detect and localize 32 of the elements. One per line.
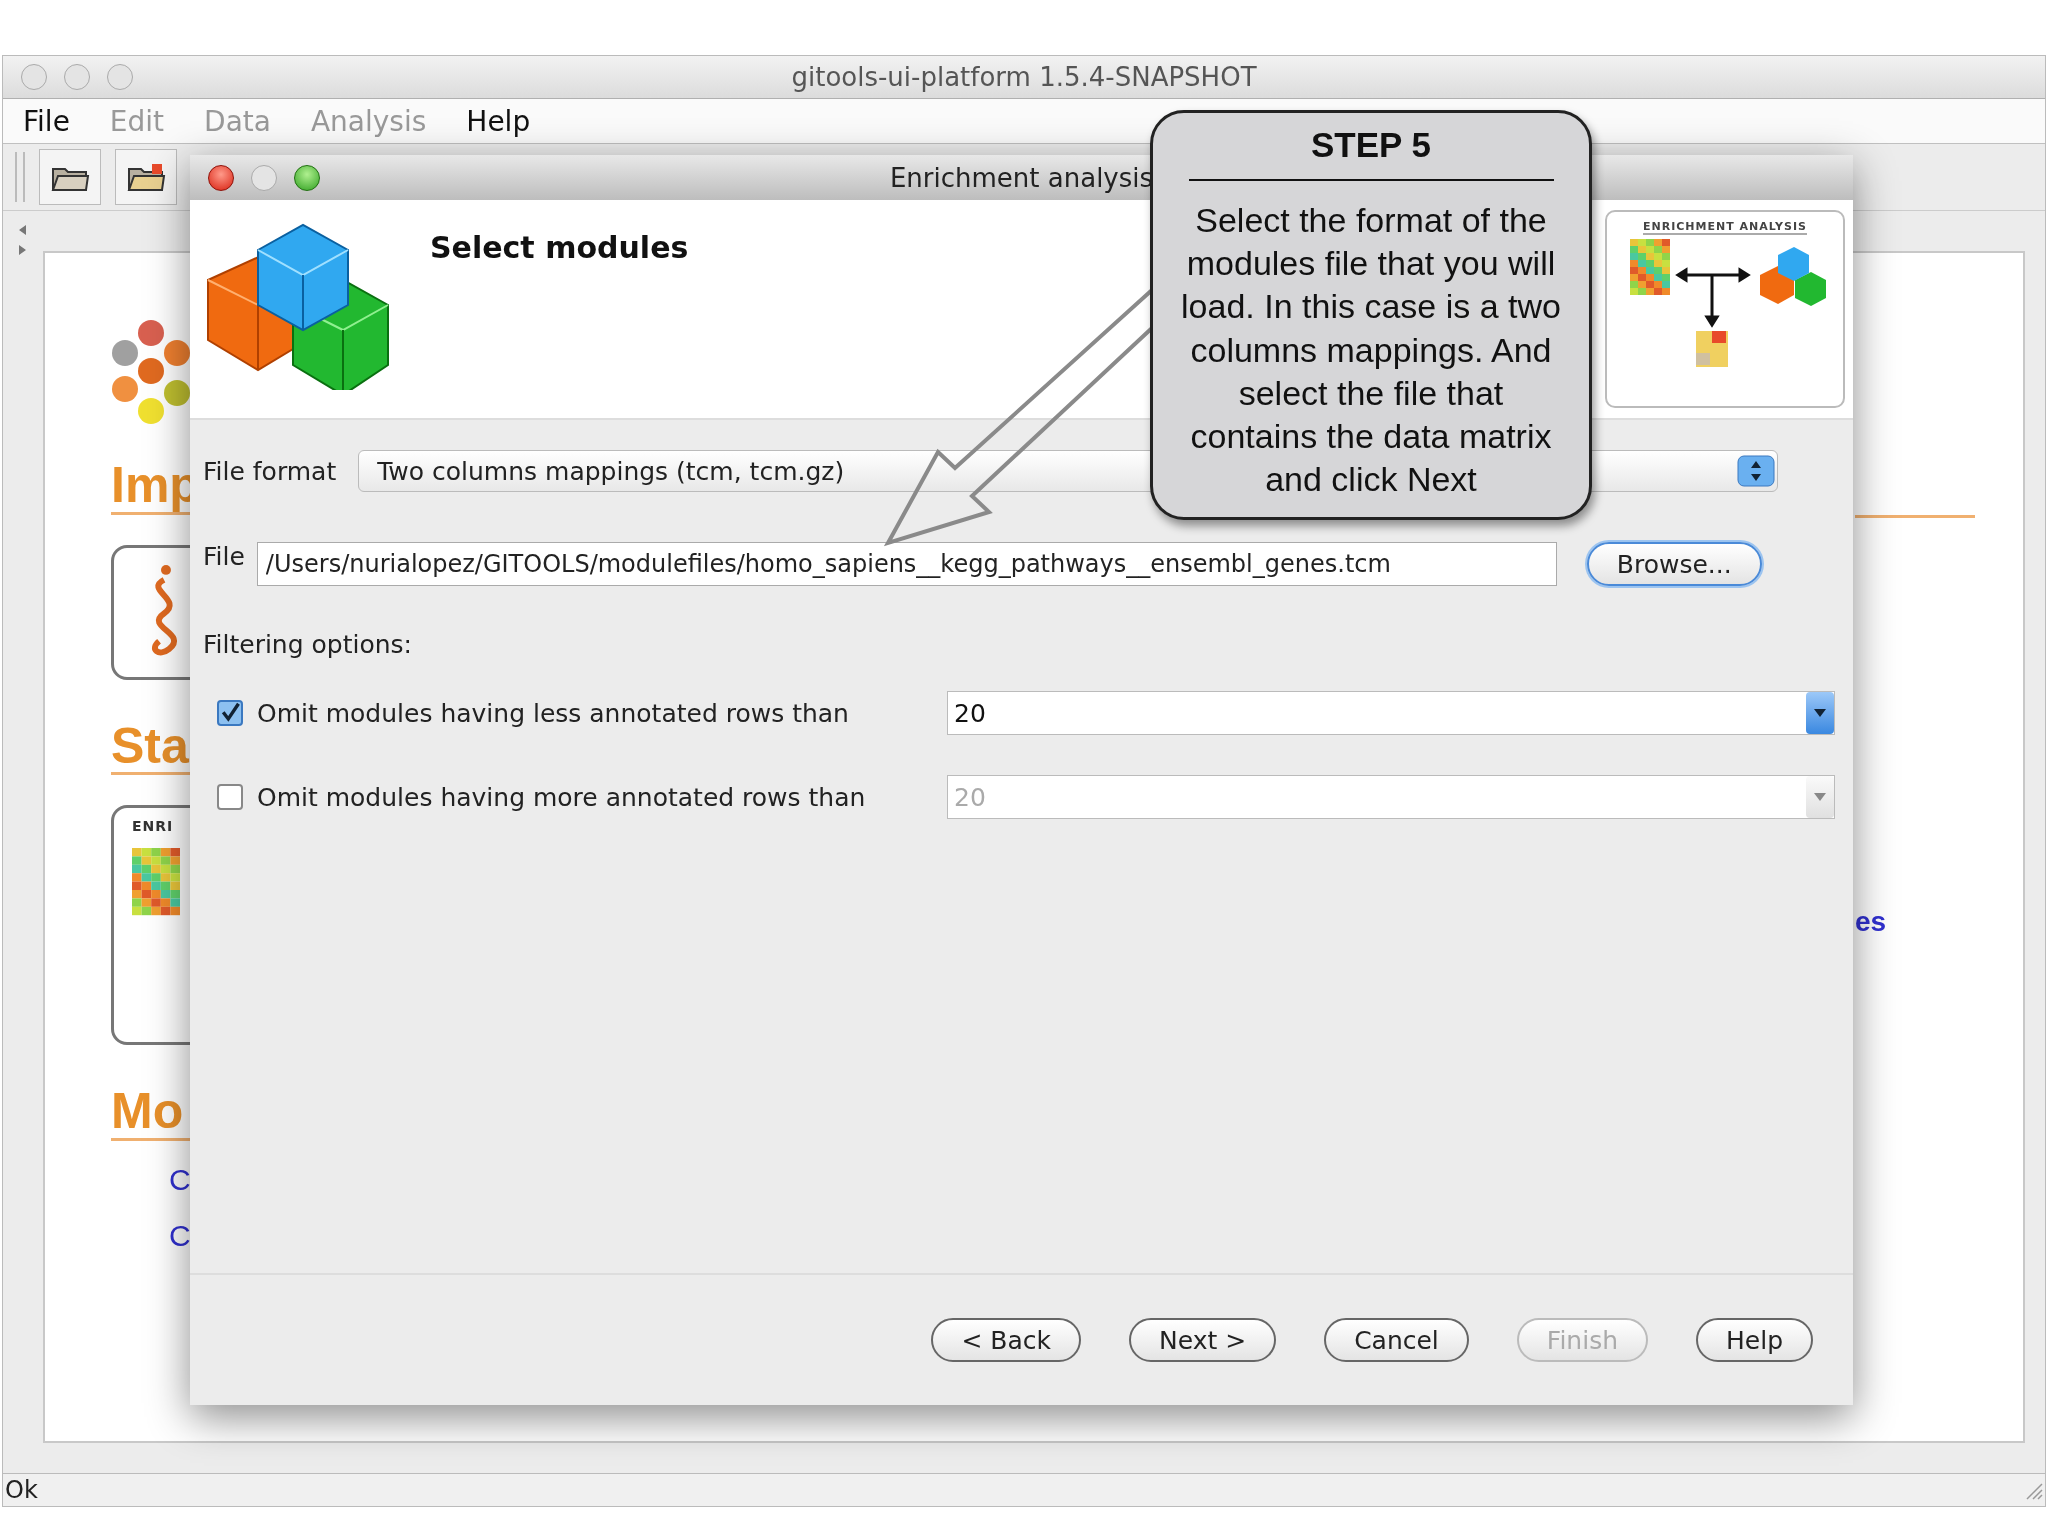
- callout-title: STEP 5: [1311, 125, 1431, 165]
- window-title: gitools-ui-platform 1.5.4-SNAPSHOT: [791, 62, 1257, 92]
- dialog-button[interactable]: Help: [1696, 1318, 1813, 1362]
- checkbox[interactable]: [217, 784, 243, 810]
- logo-caption: ENRICHMENT ANALYSIS: [1643, 220, 1807, 235]
- menu-item[interactable]: File: [23, 104, 70, 138]
- checkbox[interactable]: [217, 700, 243, 726]
- stepper-icon: [1737, 455, 1776, 487]
- file-path-field[interactable]: /Users/nurialopez/GITOOLS/modulefiles/homo_sapiens__kegg_pathways__ensembl_genes.tcm: [256, 542, 1557, 586]
- close-button[interactable]: [208, 164, 234, 191]
- link[interactable]: C: [169, 1162, 191, 1197]
- link[interactable]: es: [1855, 906, 1887, 938]
- dialog-title: Enrichment analysis: [889, 162, 1154, 193]
- toolbar-grip[interactable]: [15, 152, 25, 202]
- link[interactable]: C: [169, 1218, 191, 1253]
- dialog-button[interactable]: Next >: [1129, 1318, 1277, 1362]
- number-combo-box[interactable]: 20: [947, 691, 1835, 735]
- zoom-button[interactable]: [294, 164, 320, 191]
- status-text: Ok: [5, 1476, 38, 1504]
- field-label: File: [203, 542, 245, 571]
- toolbar-button[interactable]: [115, 149, 177, 205]
- checkbox-label: Omit modules having less annotated rows than: [257, 698, 850, 728]
- dialog-button[interactable]: Cancel: [1324, 1318, 1469, 1362]
- dialog-button[interactable]: < Back: [931, 1318, 1081, 1362]
- browse-button[interactable]: Browse...: [1586, 542, 1762, 586]
- menu-item[interactable]: Help: [466, 104, 531, 138]
- folder-icon: [126, 161, 166, 193]
- toolbar-button[interactable]: [39, 149, 101, 205]
- section-label: Filtering options:: [203, 630, 414, 659]
- card-title: ENRI: [132, 818, 174, 834]
- checkbox-label: Omit modules having more annotated rows than: [257, 782, 867, 812]
- page-heading: Select modules: [430, 230, 689, 265]
